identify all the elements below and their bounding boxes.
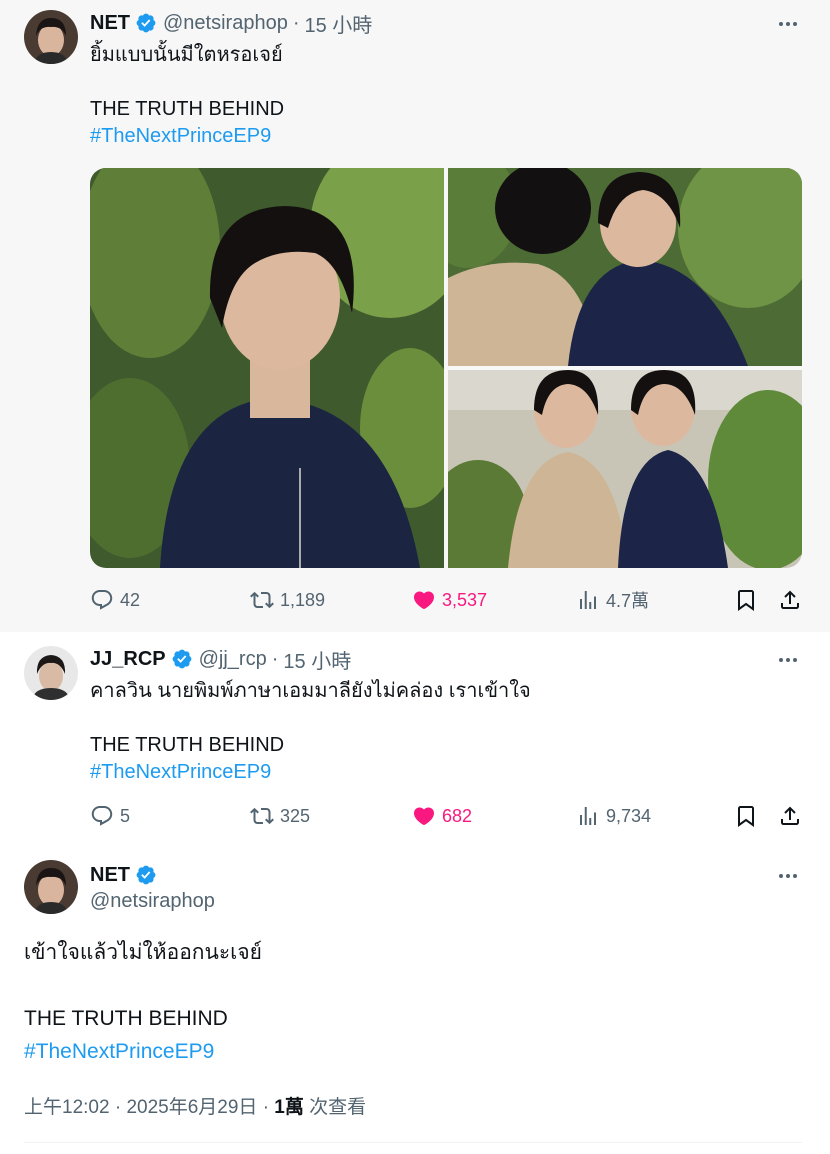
verified-badge-icon: [136, 865, 156, 885]
tweet-meta: 上午12:02 · 2025年6月29日 · 1萬 次查看: [24, 1092, 366, 1119]
avatar-jj-rcp[interactable]: [24, 646, 78, 700]
tweet-header: JJ_RCP @jj_rcp · 15 小時: [90, 645, 351, 674]
reply-icon: [91, 806, 113, 826]
timestamp[interactable]: 15 小時: [283, 645, 351, 674]
tweet-text-line: เข้าใจแล้วไม่ให้ออกนะเจย์: [24, 941, 262, 964]
tweet-2[interactable]: JJ_RCP @jj_rcp · 15 小時 คาลวิน นายพิมพ์ภา…: [0, 632, 830, 844]
tweet-text-line: THE TRUTH BEHIND: [90, 98, 285, 120]
avatar-net[interactable]: [24, 10, 78, 64]
views-count: 1萬: [274, 1097, 304, 1118]
views-count: 4.7萬: [606, 591, 650, 611]
separator-dot: ·: [271, 647, 279, 670]
reply-button[interactable]: 42: [90, 586, 140, 614]
post-date[interactable]: 2025年6月29日: [126, 1097, 257, 1118]
views-icon: [580, 591, 596, 609]
verified-badge-icon: [136, 13, 156, 33]
divider: [24, 1142, 802, 1143]
avatar-net[interactable]: [24, 860, 78, 914]
hashtag-link[interactable]: #TheNextPrinceEP9: [90, 759, 531, 786]
action-bar: 5 325 682 9,734: [90, 802, 802, 830]
photo-3[interactable]: [448, 370, 802, 568]
display-name[interactable]: NET: [90, 12, 130, 35]
more-icon[interactable]: [776, 648, 800, 672]
bookmark-icon: [738, 806, 754, 827]
separator-dot: ·: [262, 1097, 270, 1118]
reply-count: 5: [120, 805, 131, 826]
tweet-text-line: ยิ้มแบบนั้นมีใตหรอเจย์: [90, 44, 283, 66]
bookmark-button[interactable]: [734, 586, 758, 614]
action-bar: 42 1,189 3,537 4.7萬: [90, 586, 802, 614]
user-handle[interactable]: @netsiraphop: [90, 890, 215, 913]
bookmark-button[interactable]: [734, 802, 758, 830]
photo-1[interactable]: [90, 168, 444, 568]
reply-button[interactable]: 5: [90, 802, 130, 830]
user-handle[interactable]: @jj_rcp: [199, 648, 267, 671]
media-grid: [90, 168, 802, 568]
heart-filled-icon: [413, 591, 435, 610]
display-name[interactable]: JJ_RCP: [90, 648, 166, 671]
views-button[interactable]: 9,734: [576, 802, 651, 830]
like-count: 682: [442, 805, 473, 826]
more-icon[interactable]: [776, 12, 800, 36]
retweet-button[interactable]: 1,189: [250, 586, 325, 614]
user-handle[interactable]: @netsiraphop: [163, 12, 288, 35]
verified-badge-icon: [172, 649, 192, 669]
post-time[interactable]: 上午12:02: [24, 1097, 110, 1118]
share-icon: [781, 806, 799, 825]
reply-icon: [91, 590, 113, 610]
retweet-button[interactable]: 325: [250, 802, 310, 830]
views-button[interactable]: 4.7萬: [576, 586, 649, 614]
separator-dot: ·: [292, 11, 300, 34]
share-button[interactable]: [778, 586, 802, 614]
tweet-text-line: THE TRUTH BEHIND: [24, 1007, 228, 1030]
views-icon: [580, 807, 596, 825]
tweet-header: NET @netsiraphop · 15 小時: [90, 9, 373, 38]
like-button[interactable]: 3,537: [412, 586, 487, 614]
views-label: 次查看: [309, 1097, 367, 1118]
heart-filled-icon: [413, 807, 435, 826]
tweet-text-line: THE TRUTH BEHIND: [90, 734, 285, 756]
separator-dot: ·: [114, 1097, 122, 1118]
author-block: NET @netsiraphop: [90, 862, 215, 913]
tweet-text-line: คาลวิน นายพิมพ์ภาษาเอมมาลียังไม่คล่อง เร…: [90, 680, 531, 702]
like-button[interactable]: 682: [412, 802, 472, 830]
share-button[interactable]: [778, 802, 802, 830]
tweet-text: คาลวิน นายพิมพ์ภาษาเอมมาลียังไม่คล่อง เร…: [90, 678, 531, 786]
tweet-text: เข้าใจแล้วไม่ให้ออกนะเจย์ THE TRUTH BEHI…: [24, 936, 262, 1068]
hashtag-link[interactable]: #TheNextPrinceEP9: [90, 123, 284, 150]
retweet-icon: [250, 591, 274, 609]
views-count: 9,734: [606, 805, 652, 826]
tweet-text: ยิ้มแบบนั้นมีใตหรอเจย์ THE TRUTH BEHIND …: [90, 42, 284, 150]
tweet-1[interactable]: NET @netsiraphop · 15 小時 ยิ้มแบบนั้นมีใต…: [0, 0, 830, 632]
timestamp[interactable]: 15 小時: [305, 9, 373, 38]
hashtag-link[interactable]: #TheNextPrinceEP9: [24, 1035, 262, 1068]
retweet-count: 1,189: [280, 589, 326, 610]
reply-count: 42: [120, 589, 141, 610]
photo-2[interactable]: [448, 168, 802, 366]
more-icon[interactable]: [776, 864, 800, 888]
like-count: 3,537: [442, 589, 488, 610]
tweet-thread: NET @netsiraphop · 15 小時 ยิ้มแบบนั้นมีใต…: [0, 0, 830, 1154]
bookmark-icon: [738, 590, 754, 611]
share-icon: [781, 590, 799, 609]
retweet-icon: [250, 807, 274, 825]
display-name[interactable]: NET: [90, 864, 130, 887]
retweet-count: 325: [280, 805, 311, 826]
